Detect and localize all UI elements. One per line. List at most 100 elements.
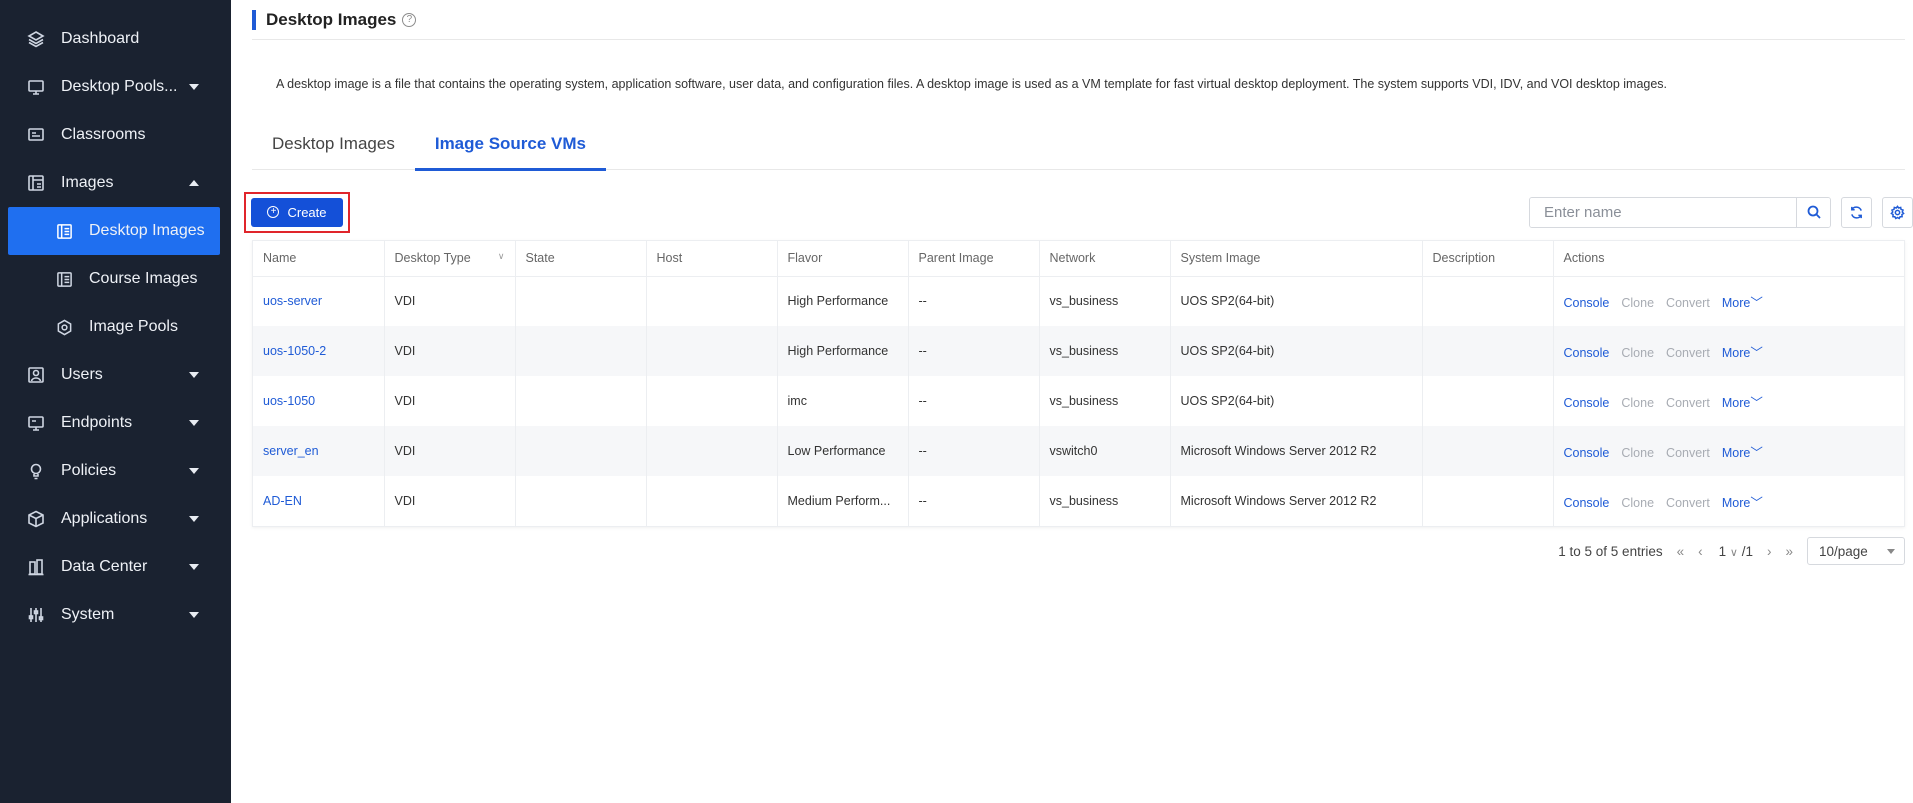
sidebar-item-label: Users: [61, 366, 103, 383]
console-action[interactable]: Console: [1564, 396, 1610, 410]
page-title: Desktop Images: [266, 9, 397, 29]
sidebar-item-label: Desktop Images: [89, 222, 205, 239]
tab-desktop-images[interactable]: Desktop Images: [252, 134, 415, 170]
caret-down-icon: [189, 612, 199, 618]
convert-action[interactable]: Convert: [1666, 346, 1710, 360]
convert-action[interactable]: Convert: [1666, 446, 1710, 460]
page-size-select[interactable]: 10/page: [1807, 537, 1905, 565]
tab-bar: Desktop Images Image Source VMs: [252, 134, 1905, 171]
search-icon: [1807, 205, 1821, 219]
console-action[interactable]: Console: [1564, 496, 1610, 510]
cell-name[interactable]: uos-1050-2: [253, 326, 385, 376]
sidebar-item-classrooms[interactable]: Classrooms: [0, 111, 231, 159]
sidebar-item-desktop-images[interactable]: Desktop Images: [8, 207, 220, 255]
sidebar-item-label: System: [61, 606, 115, 623]
console-action[interactable]: Console: [1564, 446, 1610, 460]
sidebar-item-label: Data Center: [61, 558, 148, 575]
sidebar-item-endpoints[interactable]: Endpoints: [0, 399, 231, 447]
sidebar-item-applications[interactable]: Applications: [0, 495, 231, 543]
cell-system-image: Microsoft Windows Server 2012 R2: [1170, 476, 1423, 526]
clone-action[interactable]: Clone: [1621, 296, 1654, 310]
cell-state: [515, 276, 647, 326]
column-header-system-image: System Image: [1170, 241, 1423, 277]
sidebar-item-users[interactable]: Users: [0, 351, 231, 399]
sidebar-item-policies[interactable]: Policies: [0, 447, 231, 495]
cell-flavor: Low Performance: [777, 426, 909, 476]
more-action[interactable]: More﹀: [1722, 496, 1763, 510]
cell-state: [515, 426, 647, 476]
cell-network: vswitch0: [1039, 426, 1171, 476]
refresh-icon: [1851, 205, 1862, 219]
cell-host: [646, 326, 778, 376]
prev-page-button[interactable]: ‹: [1698, 544, 1703, 559]
console-action[interactable]: Console: [1564, 346, 1610, 360]
search-input[interactable]: [1530, 197, 1796, 227]
more-action[interactable]: More﹀: [1722, 446, 1763, 460]
first-page-button[interactable]: «: [1677, 544, 1685, 559]
column-header-flavor: Flavor: [777, 241, 909, 277]
bulb-icon: [27, 462, 45, 480]
settings-button[interactable]: [1882, 196, 1913, 228]
vm-name-link[interactable]: AD-EN: [263, 494, 302, 508]
create-highlight-box: + Create: [244, 191, 350, 233]
last-page-button[interactable]: »: [1785, 544, 1793, 559]
sidebar-item-images[interactable]: Images: [0, 159, 231, 207]
cell-name[interactable]: uos-server: [253, 276, 385, 326]
help-icon[interactable]: ?: [402, 12, 417, 27]
sidebar-item-label: Course Images: [89, 270, 198, 287]
app-root: Dashboard Desktop Pools... Classrooms Im…: [0, 0, 1913, 803]
create-button[interactable]: + Create: [251, 197, 343, 227]
table-header-row: Name Desktop Type ∨ State Host Flavor Par…: [253, 241, 1904, 277]
current-page-select[interactable]: 1 ∨ /1: [1719, 544, 1753, 559]
tab-image-source-vms[interactable]: Image Source VMs: [414, 134, 607, 171]
page-size-value: 10/page: [1819, 543, 1868, 559]
sidebar-item-course-images[interactable]: Course Images: [8, 255, 220, 303]
cell-name[interactable]: AD-EN: [253, 476, 385, 526]
cell-name[interactable]: uos-1050: [253, 376, 385, 426]
convert-action[interactable]: Convert: [1666, 296, 1710, 310]
chevron-down-icon: ∨: [1729, 546, 1738, 559]
gear-icon: [1890, 204, 1905, 220]
filter-chevron-icon[interactable]: ∨: [498, 251, 505, 262]
vm-name-link[interactable]: uos-server: [263, 294, 322, 308]
cell-state: [515, 326, 647, 376]
column-header-network: Network: [1039, 241, 1171, 277]
user-icon: [27, 366, 45, 384]
clone-action[interactable]: Clone: [1621, 446, 1654, 460]
sidebar-item-dashboard[interactable]: Dashboard: [0, 15, 231, 63]
cell-parent-image: --: [908, 476, 1040, 526]
refresh-button[interactable]: [1841, 196, 1872, 228]
console-action[interactable]: Console: [1564, 296, 1610, 310]
cell-name[interactable]: server_en: [253, 426, 385, 476]
column-header-desktop-type[interactable]: Desktop Type ∨: [384, 241, 516, 277]
clone-action[interactable]: Clone: [1621, 396, 1654, 410]
sidebar-item-data-center[interactable]: Data Center: [0, 543, 231, 591]
search-button[interactable]: [1796, 197, 1830, 227]
clone-action[interactable]: Clone: [1621, 346, 1654, 360]
vm-table-grid: Name Desktop Type ∨ State Host Flavor Par…: [253, 241, 1904, 526]
cell-host: [646, 426, 778, 476]
sliders-icon: [27, 606, 45, 624]
vm-name-link[interactable]: server_en: [263, 444, 319, 458]
more-action-label: More: [1721, 395, 1751, 410]
clone-action[interactable]: Clone: [1621, 496, 1654, 510]
hexagon-icon: [55, 318, 73, 336]
sidebar-item-label: Endpoints: [61, 414, 133, 431]
main-content: Desktop Images ? A desktop image is a fi…: [231, 0, 1913, 803]
sidebar-item-image-pools[interactable]: Image Pools: [8, 303, 220, 351]
sidebar-item-system[interactable]: System: [0, 591, 231, 639]
next-page-button[interactable]: ›: [1767, 544, 1772, 559]
cell-parent-image: --: [908, 326, 1040, 376]
more-action[interactable]: More﹀: [1722, 296, 1763, 310]
sidebar-item-desktop-pools[interactable]: Desktop Pools...: [0, 63, 231, 111]
convert-action[interactable]: Convert: [1666, 496, 1710, 510]
caret-down-icon: [189, 468, 199, 474]
convert-action[interactable]: Convert: [1666, 396, 1710, 410]
pagination: 1 to 5 of 5 entries « ‹ 1 ∨ /1 › » 10/pa…: [252, 537, 1905, 565]
caret-down-icon: [189, 372, 199, 378]
more-action[interactable]: More﹀: [1722, 396, 1763, 410]
more-action[interactable]: More﹀: [1722, 346, 1763, 360]
vm-name-link[interactable]: uos-1050: [263, 394, 315, 408]
vm-name-link[interactable]: uos-1050-2: [263, 344, 326, 358]
cell-network: vs_business: [1039, 476, 1171, 526]
